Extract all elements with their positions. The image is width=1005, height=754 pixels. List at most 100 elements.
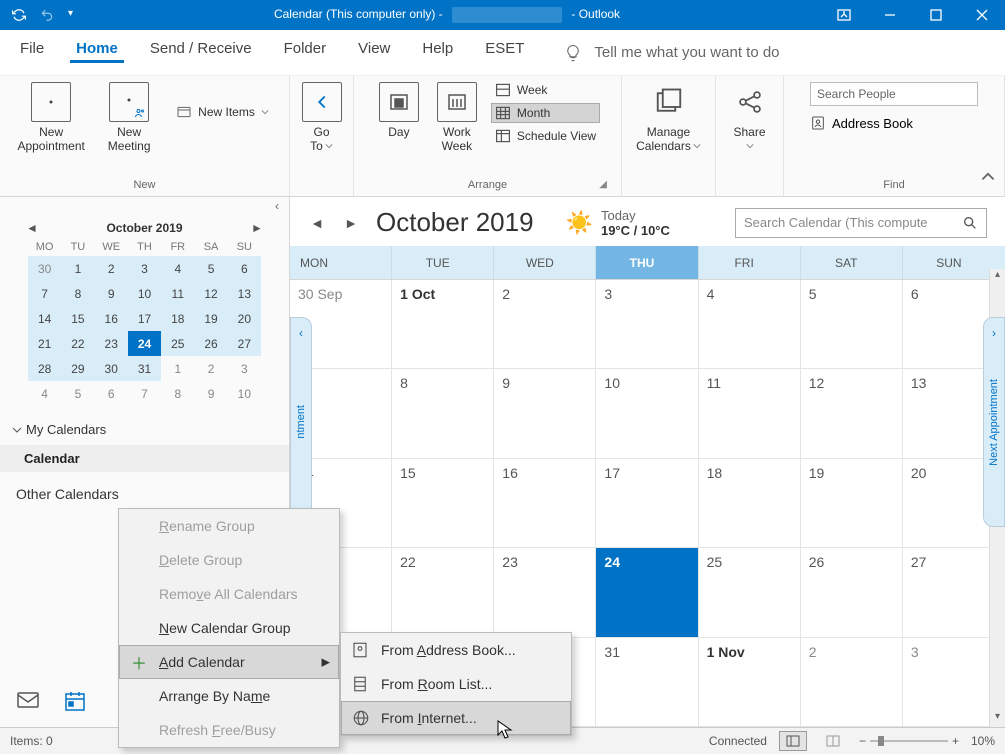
calendar-day-cell[interactable]: 26 xyxy=(801,548,903,637)
calendar-day-cell[interactable]: 5 xyxy=(801,280,903,369)
quickaccess-undo-icon[interactable] xyxy=(40,8,54,22)
minical-day[interactable]: 17 xyxy=(128,306,161,331)
mail-switcher-icon[interactable] xyxy=(16,690,40,717)
minical-day[interactable]: 27 xyxy=(228,331,261,356)
minical-day[interactable]: 7 xyxy=(28,281,61,306)
collapse-ribbon-icon[interactable] xyxy=(981,171,995,190)
share-button[interactable]: Share xyxy=(724,80,776,155)
quickaccess-refresh-icon[interactable] xyxy=(12,8,26,22)
minical-day[interactable]: 26 xyxy=(194,331,227,356)
calendar-day-cell[interactable]: 2 xyxy=(494,280,596,369)
minical-day[interactable]: 18 xyxy=(161,306,194,331)
minical-day[interactable]: 4 xyxy=(28,381,61,406)
month-view-button[interactable]: Month xyxy=(491,103,600,123)
minical-day[interactable]: 6 xyxy=(228,256,261,281)
calendar-day-cell[interactable]: 12 xyxy=(801,369,903,458)
minical-day[interactable]: 22 xyxy=(61,331,94,356)
minical-next[interactable]: ► xyxy=(249,221,265,235)
new-appointment-button[interactable]: New Appointment xyxy=(16,80,86,155)
minical-day[interactable]: 2 xyxy=(194,356,227,381)
minical-day[interactable]: 3 xyxy=(228,356,261,381)
tell-me-search[interactable]: Tell me what you want to do xyxy=(564,44,779,62)
minical-day[interactable]: 4 xyxy=(161,256,194,281)
view-reading-button[interactable] xyxy=(819,731,847,751)
tab-home[interactable]: Home xyxy=(74,40,120,65)
manage-calendars-button[interactable]: Manage Calendars xyxy=(631,80,707,155)
minical-day[interactable]: 31 xyxy=(128,356,161,381)
menu-arrange-by-name[interactable]: Arrange By Name xyxy=(119,679,339,713)
calendar-day-cell[interactable]: 19 xyxy=(801,459,903,548)
minical-day[interactable]: 7 xyxy=(128,381,161,406)
calendar-day-cell[interactable]: 3 xyxy=(596,280,698,369)
minical-day[interactable]: 20 xyxy=(228,306,261,331)
minical-day[interactable]: 30 xyxy=(95,356,128,381)
minical-day[interactable]: 29 xyxy=(61,356,94,381)
minical-day[interactable]: 23 xyxy=(95,331,128,356)
arrange-dialog-launcher[interactable]: ◢ xyxy=(599,179,607,190)
calendar-day-cell[interactable]: 1 Nov xyxy=(699,638,801,727)
menu-add-calendar[interactable]: ＋ Add Calendar ▶ xyxy=(119,645,339,679)
calendar-prev[interactable]: ◄ xyxy=(308,215,326,231)
minical-day[interactable]: 25 xyxy=(161,331,194,356)
minical-day[interactable]: 14 xyxy=(28,306,61,331)
calendar-switcher-icon[interactable] xyxy=(64,690,86,717)
minical-day[interactable]: 28 xyxy=(28,356,61,381)
minical-day[interactable]: 8 xyxy=(61,281,94,306)
minical-day[interactable]: 21 xyxy=(28,331,61,356)
minical-day[interactable]: 16 xyxy=(95,306,128,331)
search-calendar-input[interactable]: Search Calendar (This compute xyxy=(735,208,987,238)
minical-day[interactable]: 11 xyxy=(161,281,194,306)
calendar-day-cell[interactable]: 2 xyxy=(801,638,903,727)
menu-new-calendar-group[interactable]: New Calendar Group xyxy=(119,611,339,645)
tab-view[interactable]: View xyxy=(356,40,392,65)
minical-day[interactable]: 1 xyxy=(161,356,194,381)
calendar-day-cell[interactable]: 10 xyxy=(596,369,698,458)
calendar-day-cell[interactable]: 15 xyxy=(392,459,494,548)
tab-folder[interactable]: Folder xyxy=(282,40,329,65)
search-people-input[interactable]: Search People xyxy=(810,82,978,106)
maximize-button[interactable] xyxy=(913,0,959,30)
calendar-day-cell[interactable]: 24 xyxy=(596,548,698,637)
calendar-day-cell[interactable]: 22 xyxy=(392,548,494,637)
calendar-day-cell[interactable]: 25 xyxy=(699,548,801,637)
minical-day[interactable]: 10 xyxy=(228,381,261,406)
next-appointment-tab[interactable]: Next Appointment› xyxy=(983,317,1005,527)
minical-day[interactable]: 13 xyxy=(228,281,261,306)
minical-day[interactable]: 5 xyxy=(194,256,227,281)
work-week-view-button[interactable]: Work Week xyxy=(431,80,483,155)
minimize-button[interactable] xyxy=(867,0,913,30)
collapse-nav-icon[interactable]: ‹ xyxy=(0,197,289,213)
calendar-item[interactable]: Calendar xyxy=(0,445,289,472)
minical-day[interactable]: 1 xyxy=(61,256,94,281)
minical-day[interactable]: 10 xyxy=(128,281,161,306)
calendar-day-cell[interactable]: 23 xyxy=(494,548,596,637)
menu-rename-group[interactable]: Rename Group xyxy=(119,509,339,543)
tab-eset[interactable]: ESET xyxy=(483,40,526,65)
zoom-slider[interactable]: −+ xyxy=(859,734,959,748)
minical-day[interactable]: 5 xyxy=(61,381,94,406)
calendar-day-cell[interactable]: 17 xyxy=(596,459,698,548)
minical-day[interactable]: 30 xyxy=(28,256,61,281)
minical-day[interactable]: 9 xyxy=(95,281,128,306)
address-book-button[interactable]: Address Book xyxy=(810,112,913,134)
menu-from-internet[interactable]: From Internet... xyxy=(341,701,571,735)
minical-prev[interactable]: ◄ xyxy=(24,221,40,235)
minical-day[interactable]: 3 xyxy=(128,256,161,281)
new-meeting-button[interactable]: New Meeting xyxy=(94,80,164,155)
calendar-day-cell[interactable]: 1 Oct xyxy=(392,280,494,369)
minical-day[interactable]: 9 xyxy=(194,381,227,406)
schedule-view-button[interactable]: Schedule View xyxy=(491,126,600,146)
go-to-button[interactable]: Go To xyxy=(298,80,346,155)
calendar-day-cell[interactable]: 11 xyxy=(699,369,801,458)
minical-day[interactable]: 2 xyxy=(95,256,128,281)
minical-day[interactable]: 12 xyxy=(194,281,227,306)
minical-day[interactable]: 19 xyxy=(194,306,227,331)
weather-widget[interactable]: ☀️ Today 19°C / 10°C xyxy=(566,208,670,238)
calendar-day-cell[interactable]: 16 xyxy=(494,459,596,548)
week-view-button[interactable]: Week xyxy=(491,80,600,100)
menu-remove-all-calendars[interactable]: Remove All Calendars xyxy=(119,577,339,611)
minical-day[interactable]: 24 xyxy=(128,331,161,356)
calendar-next[interactable]: ► xyxy=(342,215,360,231)
menu-from-address-book[interactable]: From Address Book... xyxy=(341,633,571,667)
tab-help[interactable]: Help xyxy=(420,40,455,65)
